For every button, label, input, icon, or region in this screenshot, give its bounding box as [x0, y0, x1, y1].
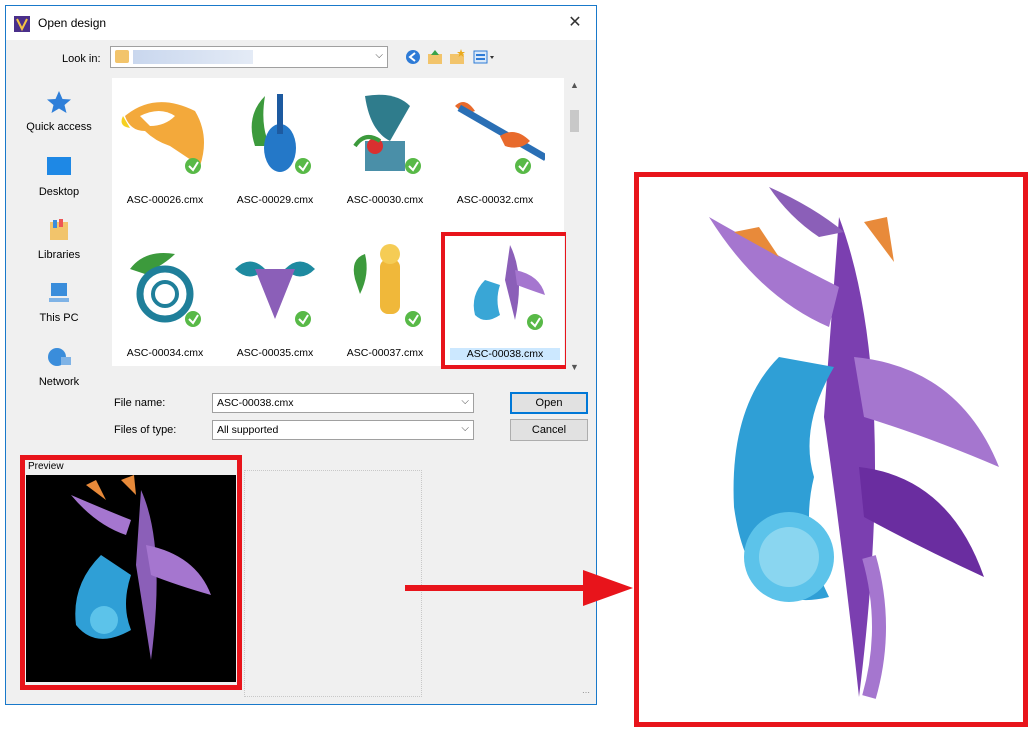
arrow-icon: [405, 570, 633, 606]
file-name-label: ASC-00029.cmx: [236, 194, 314, 206]
zoomed-design-frame: [634, 172, 1028, 727]
file-name-label: ASC-00037.cmx: [346, 347, 424, 359]
place-label: This PC: [39, 312, 79, 324]
place-desktop[interactable]: Desktop: [9, 155, 109, 198]
file-item[interactable]: ASC-00029.cmx: [220, 82, 330, 212]
selection-highlight-frame: [441, 232, 569, 369]
file-item[interactable]: ASC-00026.cmx: [110, 82, 220, 212]
file-name-value: ASC-00038.cmx: [217, 397, 294, 409]
zoomed-design-image: [709, 187, 999, 699]
scroll-thumb[interactable]: [570, 110, 579, 132]
file-item[interactable]: ASC-00030.cmx: [330, 82, 440, 212]
look-in-label: Look in:: [62, 53, 101, 65]
libraries-icon: [50, 219, 68, 240]
cancel-button[interactable]: Cancel: [510, 419, 588, 441]
french-horn-thumbnail: [130, 253, 201, 327]
look-in-value: [133, 50, 253, 64]
vertical-scrollbar[interactable]: ▲ ▼: [566, 78, 583, 374]
files-of-type-select[interactable]: All supported ⌵: [212, 420, 474, 440]
folder-icon: [115, 50, 129, 63]
file-name-label: ASC-00034.cmx: [126, 347, 204, 359]
dialog-title: Open design: [38, 16, 107, 30]
file-name-label: ASC-00030.cmx: [346, 194, 424, 206]
star-icon: [47, 91, 71, 113]
new-folder-icon[interactable]: [448, 48, 466, 66]
preview-highlight-frame: [20, 455, 242, 690]
place-network[interactable]: Network: [9, 345, 109, 388]
file-item[interactable]: ASC-00032.cmx: [440, 82, 550, 212]
up-folder-icon[interactable]: [426, 48, 444, 66]
place-label: Desktop: [38, 186, 80, 198]
files-of-type-value: All supported: [217, 424, 279, 436]
place-quick-access[interactable]: Quick access: [9, 90, 109, 133]
place-this-pc[interactable]: This PC: [9, 281, 109, 324]
file-item[interactable]: ASC-00035.cmx: [220, 235, 330, 365]
open-button[interactable]: Open: [510, 392, 588, 414]
place-label: Network: [38, 376, 80, 388]
close-button[interactable]: ✕: [564, 12, 586, 34]
file-name-label: ASC-00026.cmx: [126, 194, 204, 206]
file-name-label: ASC-00032.cmx: [456, 194, 534, 206]
network-icon: [48, 348, 71, 366]
violin-thumbnail: [251, 94, 311, 174]
harp-thumbnail: [235, 261, 315, 327]
computer-icon: [49, 283, 69, 302]
flute-thumbnail: [455, 102, 545, 174]
place-label: Quick access: [26, 121, 92, 133]
scroll-down-icon[interactable]: ▼: [570, 362, 579, 372]
gramophone-thumbnail: [353, 94, 421, 174]
app-icon: [14, 16, 30, 32]
chevron-down-icon: ⌵: [375, 50, 383, 61]
tuba-thumbnail: [353, 244, 421, 327]
back-icon[interactable]: [404, 48, 422, 66]
place-label: Libraries: [37, 249, 81, 261]
eagle-thumbnail: [121, 102, 204, 174]
desktop-icon: [47, 157, 71, 175]
chevron-down-icon[interactable]: ⌵: [461, 423, 469, 434]
place-libraries[interactable]: Libraries: [9, 218, 109, 261]
file-item[interactable]: ASC-00034.cmx: [110, 235, 220, 365]
chevron-down-icon[interactable]: ⌵: [461, 396, 469, 407]
files-of-type-label: Files of type:: [114, 424, 177, 436]
resize-grip-icon[interactable]: ⋯: [582, 688, 592, 698]
design-info-panel: [244, 470, 422, 697]
file-name-label: File name:: [114, 397, 166, 409]
look-in-combo[interactable]: ⌵: [110, 46, 388, 68]
title-bar: Open design ✕: [6, 6, 596, 40]
view-menu-icon[interactable]: [472, 48, 496, 66]
file-item[interactable]: ASC-00037.cmx: [330, 235, 440, 365]
scroll-up-icon[interactable]: ▲: [570, 80, 579, 90]
file-name-label: ASC-00035.cmx: [236, 347, 314, 359]
file-name-field[interactable]: ASC-00038.cmx ⌵: [212, 393, 474, 413]
